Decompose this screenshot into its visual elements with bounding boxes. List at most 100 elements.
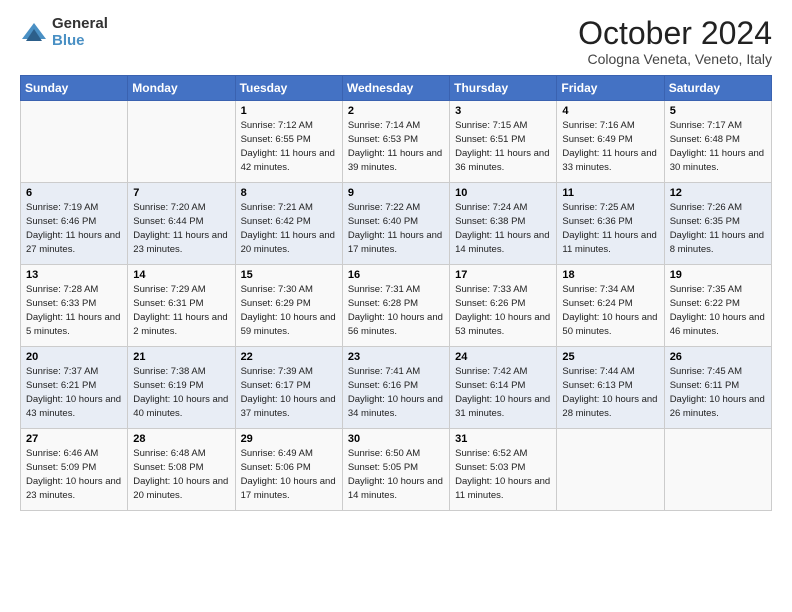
- sunrise-text: Sunrise: 7:12 AM: [241, 120, 313, 131]
- sunrise-text: Sunrise: 7:44 AM: [562, 366, 634, 377]
- day-number: 31: [455, 433, 551, 445]
- sunrise-text: Sunrise: 7:30 AM: [241, 284, 313, 295]
- daylight-text: Daylight: 10 hours and 34 minutes.: [348, 394, 443, 419]
- daylight-text: Daylight: 10 hours and 59 minutes.: [241, 312, 336, 337]
- cell-w3-d3: 16 Sunrise: 7:31 AM Sunset: 6:28 PM Dayl…: [342, 265, 449, 347]
- day-number: 23: [348, 351, 444, 363]
- cell-w1-d2: 1 Sunrise: 7:12 AM Sunset: 6:55 PM Dayli…: [235, 101, 342, 183]
- sunset-text: Sunset: 6:24 PM: [562, 298, 632, 309]
- sunrise-text: Sunrise: 7:21 AM: [241, 202, 313, 213]
- header-row: Sunday Monday Tuesday Wednesday Thursday…: [21, 76, 772, 101]
- sunset-text: Sunset: 6:29 PM: [241, 298, 311, 309]
- week-row-4: 20 Sunrise: 7:37 AM Sunset: 6:21 PM Dayl…: [21, 347, 772, 429]
- day-number: 29: [241, 433, 337, 445]
- sunrise-text: Sunrise: 7:14 AM: [348, 120, 420, 131]
- sunset-text: Sunset: 6:28 PM: [348, 298, 418, 309]
- cell-w3-d4: 17 Sunrise: 7:33 AM Sunset: 6:26 PM Dayl…: [450, 265, 557, 347]
- cell-w4-d0: 20 Sunrise: 7:37 AM Sunset: 6:21 PM Dayl…: [21, 347, 128, 429]
- logo: General Blue: [20, 16, 108, 49]
- sunrise-text: Sunrise: 7:15 AM: [455, 120, 527, 131]
- day-number: 10: [455, 187, 551, 199]
- calendar-title: October 2024: [578, 16, 772, 51]
- cell-w4-d3: 23 Sunrise: 7:41 AM Sunset: 6:16 PM Dayl…: [342, 347, 449, 429]
- sunrise-text: Sunrise: 7:42 AM: [455, 366, 527, 377]
- cell-w2-d0: 6 Sunrise: 7:19 AM Sunset: 6:46 PM Dayli…: [21, 183, 128, 265]
- calendar-subtitle: Cologna Veneta, Veneto, Italy: [578, 51, 772, 67]
- day-number: 21: [133, 351, 229, 363]
- daylight-text: Daylight: 11 hours and 11 minutes.: [562, 230, 656, 255]
- sunrise-text: Sunrise: 7:19 AM: [26, 202, 98, 213]
- day-number: 16: [348, 269, 444, 281]
- daylight-text: Daylight: 10 hours and 43 minutes.: [26, 394, 121, 419]
- sunrise-text: Sunrise: 6:48 AM: [133, 448, 205, 459]
- col-sunday: Sunday: [21, 76, 128, 101]
- daylight-text: Daylight: 11 hours and 42 minutes.: [241, 148, 335, 173]
- day-number: 2: [348, 105, 444, 117]
- cell-w3-d0: 13 Sunrise: 7:28 AM Sunset: 6:33 PM Dayl…: [21, 265, 128, 347]
- sunrise-text: Sunrise: 7:28 AM: [26, 284, 98, 295]
- sunset-text: Sunset: 6:13 PM: [562, 380, 632, 391]
- sunrise-text: Sunrise: 7:35 AM: [670, 284, 742, 295]
- sunset-text: Sunset: 6:26 PM: [455, 298, 525, 309]
- cell-w3-d2: 15 Sunrise: 7:30 AM Sunset: 6:29 PM Dayl…: [235, 265, 342, 347]
- sunrise-text: Sunrise: 7:45 AM: [670, 366, 742, 377]
- sunrise-text: Sunrise: 7:17 AM: [670, 120, 742, 131]
- cell-w4-d5: 25 Sunrise: 7:44 AM Sunset: 6:13 PM Dayl…: [557, 347, 664, 429]
- cell-w3-d6: 19 Sunrise: 7:35 AM Sunset: 6:22 PM Dayl…: [664, 265, 771, 347]
- sunrise-text: Sunrise: 7:26 AM: [670, 202, 742, 213]
- sunrise-text: Sunrise: 7:29 AM: [133, 284, 205, 295]
- cell-w5-d4: 31 Sunrise: 6:52 AM Sunset: 5:03 PM Dayl…: [450, 429, 557, 511]
- sunset-text: Sunset: 6:36 PM: [562, 216, 632, 227]
- sunset-text: Sunset: 6:14 PM: [455, 380, 525, 391]
- cell-w4-d4: 24 Sunrise: 7:42 AM Sunset: 6:14 PM Dayl…: [450, 347, 557, 429]
- sunrise-text: Sunrise: 7:16 AM: [562, 120, 634, 131]
- sunrise-text: Sunrise: 7:37 AM: [26, 366, 98, 377]
- cell-w2-d3: 9 Sunrise: 7:22 AM Sunset: 6:40 PM Dayli…: [342, 183, 449, 265]
- day-number: 19: [670, 269, 766, 281]
- col-wednesday: Wednesday: [342, 76, 449, 101]
- sunset-text: Sunset: 5:05 PM: [348, 462, 418, 473]
- daylight-text: Daylight: 11 hours and 8 minutes.: [670, 230, 764, 255]
- daylight-text: Daylight: 10 hours and 40 minutes.: [133, 394, 228, 419]
- daylight-text: Daylight: 11 hours and 17 minutes.: [348, 230, 442, 255]
- day-number: 27: [26, 433, 122, 445]
- calendar-page: General Blue October 2024 Cologna Veneta…: [0, 0, 792, 521]
- sunset-text: Sunset: 6:55 PM: [241, 134, 311, 145]
- daylight-text: Daylight: 11 hours and 36 minutes.: [455, 148, 549, 173]
- sunrise-text: Sunrise: 7:41 AM: [348, 366, 420, 377]
- sunset-text: Sunset: 6:40 PM: [348, 216, 418, 227]
- day-number: 9: [348, 187, 444, 199]
- col-saturday: Saturday: [664, 76, 771, 101]
- day-number: 12: [670, 187, 766, 199]
- sunset-text: Sunset: 6:49 PM: [562, 134, 632, 145]
- sunset-text: Sunset: 6:48 PM: [670, 134, 740, 145]
- daylight-text: Daylight: 10 hours and 46 minutes.: [670, 312, 765, 337]
- cell-w2-d5: 11 Sunrise: 7:25 AM Sunset: 6:36 PM Dayl…: [557, 183, 664, 265]
- sunset-text: Sunset: 6:31 PM: [133, 298, 203, 309]
- cell-w1-d1: [128, 101, 235, 183]
- sunset-text: Sunset: 6:11 PM: [670, 380, 740, 391]
- daylight-text: Daylight: 10 hours and 53 minutes.: [455, 312, 550, 337]
- sunrise-text: Sunrise: 6:46 AM: [26, 448, 98, 459]
- day-number: 1: [241, 105, 337, 117]
- sunrise-text: Sunrise: 7:24 AM: [455, 202, 527, 213]
- sunset-text: Sunset: 6:17 PM: [241, 380, 311, 391]
- sunset-text: Sunset: 5:08 PM: [133, 462, 203, 473]
- sunrise-text: Sunrise: 7:22 AM: [348, 202, 420, 213]
- col-thursday: Thursday: [450, 76, 557, 101]
- sunset-text: Sunset: 6:53 PM: [348, 134, 418, 145]
- day-number: 4: [562, 105, 658, 117]
- sunrise-text: Sunrise: 7:39 AM: [241, 366, 313, 377]
- day-number: 24: [455, 351, 551, 363]
- daylight-text: Daylight: 10 hours and 50 minutes.: [562, 312, 657, 337]
- sunset-text: Sunset: 6:33 PM: [26, 298, 96, 309]
- daylight-text: Daylight: 10 hours and 11 minutes.: [455, 476, 550, 501]
- col-tuesday: Tuesday: [235, 76, 342, 101]
- cell-w5-d2: 29 Sunrise: 6:49 AM Sunset: 5:06 PM Dayl…: [235, 429, 342, 511]
- day-number: 5: [670, 105, 766, 117]
- sunset-text: Sunset: 6:22 PM: [670, 298, 740, 309]
- sunset-text: Sunset: 6:16 PM: [348, 380, 418, 391]
- day-number: 15: [241, 269, 337, 281]
- cell-w1-d5: 4 Sunrise: 7:16 AM Sunset: 6:49 PM Dayli…: [557, 101, 664, 183]
- cell-w1-d0: [21, 101, 128, 183]
